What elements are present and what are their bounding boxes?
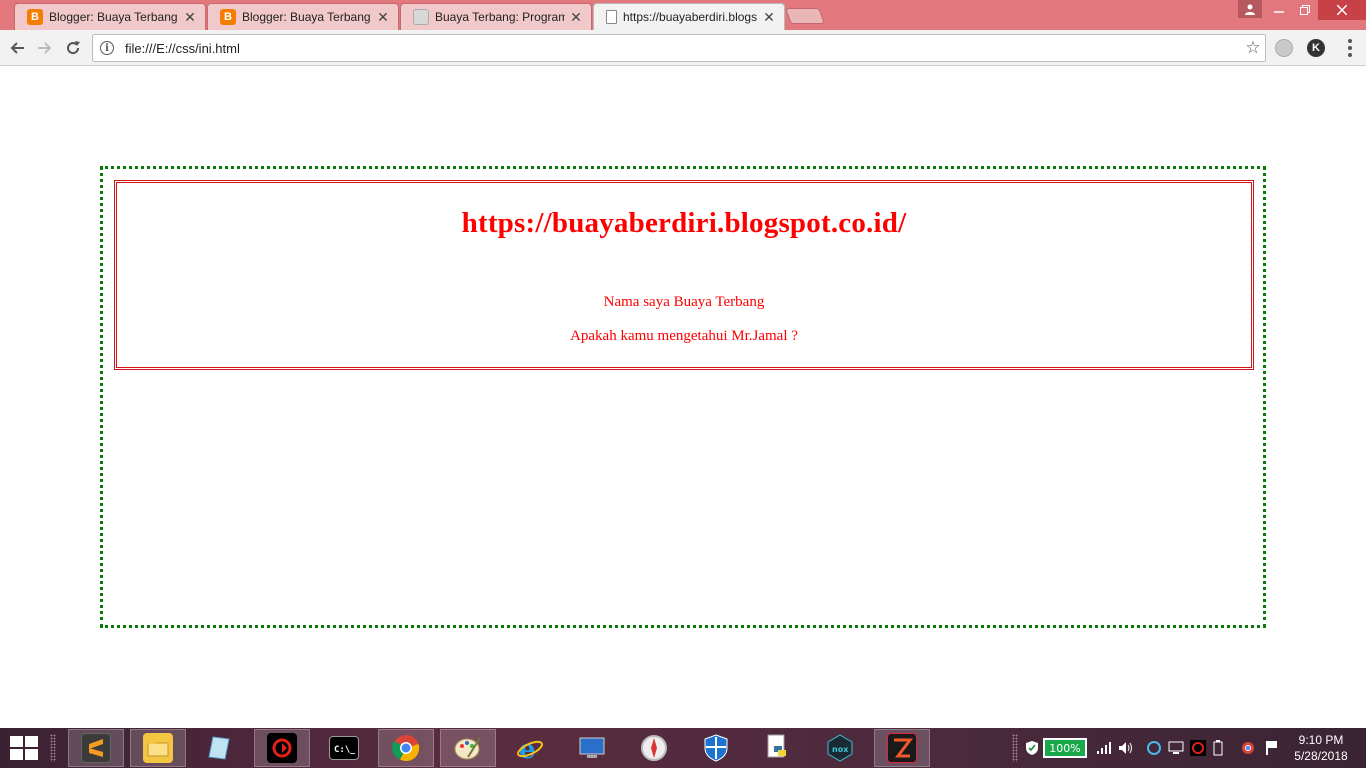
- tray-chrome-icon[interactable]: [1240, 740, 1256, 756]
- nox-icon: nox: [825, 733, 855, 763]
- paragraph-name: Nama saya Buaya Terbang: [603, 294, 765, 310]
- tray-garena-icon[interactable]: [1190, 740, 1206, 756]
- inner-double-box: https://buayaberdiri.blogspot.co.id/ Nam…: [114, 180, 1254, 370]
- close-tab-icon[interactable]: ✕: [762, 9, 776, 26]
- taskbar-game-launcher[interactable]: [874, 729, 930, 767]
- info-icon[interactable]: i: [100, 41, 114, 55]
- url-text[interactable]: file:///E://css/ini.html: [125, 41, 1241, 56]
- cloud-sync-icon[interactable]: [1146, 740, 1162, 756]
- game-launcher-icon: [887, 733, 917, 763]
- bookmark-star-icon[interactable]: ☆: [1241, 38, 1265, 58]
- taskbar-python[interactable]: [750, 729, 806, 767]
- tab-title: https://buayaberdiri.blogs: [623, 10, 758, 24]
- taskbar-sublime[interactable]: [68, 729, 124, 767]
- paint-icon: [453, 733, 483, 763]
- tab-blogger-2[interactable]: B Blogger: Buaya Terbang - ✕: [207, 3, 399, 30]
- close-tab-icon[interactable]: ✕: [569, 9, 583, 26]
- notepad-icon: [205, 733, 235, 763]
- garena-icon: [267, 733, 297, 763]
- tray-monitor-icon[interactable]: [1168, 740, 1184, 756]
- taskbar-cmd[interactable]: C:\_: [316, 729, 372, 767]
- windows-defender-icon: [701, 733, 731, 763]
- close-window-button[interactable]: [1318, 0, 1366, 20]
- forward-button[interactable]: [34, 37, 56, 59]
- close-tab-icon[interactable]: ✕: [183, 9, 197, 26]
- reload-button[interactable]: [62, 37, 84, 59]
- tab-title: Blogger: Buaya Terbang -: [49, 10, 179, 24]
- chrome-menu-icon[interactable]: [1342, 38, 1358, 58]
- page-heading: https://buayaberdiri.blogspot.co.id/: [461, 207, 907, 239]
- taskbar-chrome[interactable]: [378, 729, 434, 767]
- sublime-text-icon: [81, 733, 111, 763]
- address-bar[interactable]: i file:///E://css/ini.html ☆: [92, 34, 1266, 62]
- blogger-icon: B: [220, 9, 236, 25]
- taskbar-paint[interactable]: [440, 729, 496, 767]
- taskbar-file-explorer[interactable]: [130, 729, 186, 767]
- tab-title: Blogger: Buaya Terbang -: [242, 10, 372, 24]
- python-icon: [763, 733, 793, 763]
- back-arrow-icon: [10, 42, 24, 54]
- new-tab-button[interactable]: [785, 8, 825, 24]
- tab-active-page[interactable]: https://buayaberdiri.blogs ✕: [593, 3, 785, 30]
- command-prompt-icon: C:\_: [329, 736, 359, 760]
- remote-desktop-icon: [577, 733, 607, 763]
- compass-icon: [639, 733, 669, 763]
- clock-date: 5/28/2018: [1294, 749, 1348, 763]
- page-icon: [606, 10, 617, 24]
- tray-battery-icon[interactable]: [1210, 740, 1226, 756]
- taskbar-compass[interactable]: [626, 729, 682, 767]
- taskbar-nox[interactable]: nox: [812, 729, 868, 767]
- taskbar-garena[interactable]: [254, 729, 310, 767]
- internet-explorer-icon: e: [515, 733, 545, 763]
- minimize-button[interactable]: [1266, 0, 1292, 20]
- taskbar-defender[interactable]: [688, 729, 744, 767]
- system-clock[interactable]: 9:10 PM 5/28/2018: [1290, 732, 1352, 764]
- browser-toolbar: i file:///E://css/ini.html ☆ K: [0, 30, 1366, 66]
- battery-indicator[interactable]: 100%: [1043, 738, 1087, 758]
- windows-taskbar: C:\_ e nox 100% 9:10 PM 5/28/2018: [0, 728, 1366, 768]
- tab-blogger-1[interactable]: B Blogger: Buaya Terbang - ✕: [14, 3, 206, 30]
- network-signal-icon[interactable]: [1096, 740, 1112, 756]
- security-shield-icon[interactable]: [1024, 740, 1040, 756]
- taskbar-notepad[interactable]: [192, 729, 248, 767]
- paragraph-question: Apakah kamu mengetahui Mr.Jamal ?: [570, 328, 798, 344]
- blogger-icon: B: [27, 9, 43, 25]
- tray-gripper: [1012, 734, 1018, 762]
- clock-time: 9:10 PM: [1298, 733, 1344, 747]
- page-viewport: https://buayaberdiri.blogspot.co.id/ Nam…: [0, 67, 1366, 728]
- outer-dotted-box: https://buayaberdiri.blogspot.co.id/ Nam…: [100, 166, 1266, 628]
- profile-avatar[interactable]: K: [1307, 39, 1325, 57]
- svg-text:nox: nox: [832, 745, 849, 754]
- tab-program[interactable]: Buaya Terbang: Program ✕: [400, 3, 592, 30]
- chrome-icon: [391, 733, 421, 763]
- user-icon[interactable]: [1238, 0, 1262, 18]
- file-explorer-icon: [143, 733, 173, 763]
- back-button[interactable]: [6, 37, 28, 59]
- image-icon: [413, 9, 429, 25]
- taskbar-internet-explorer[interactable]: e: [502, 729, 558, 767]
- action-center-flag-icon[interactable]: [1266, 741, 1278, 755]
- svg-text:C:\_: C:\_: [334, 745, 355, 754]
- globe-extension-icon[interactable]: [1275, 39, 1293, 57]
- volume-icon[interactable]: [1118, 740, 1134, 756]
- taskbar-remote-desktop[interactable]: [564, 729, 620, 767]
- close-tab-icon[interactable]: ✕: [376, 9, 390, 26]
- windows-start-icon[interactable]: [10, 736, 38, 760]
- taskbar-gripper: [50, 734, 56, 762]
- reload-icon: [67, 41, 80, 55]
- tab-strip: B Blogger: Buaya Terbang - ✕ B Blogger: …: [0, 0, 1366, 30]
- restore-button[interactable]: [1292, 0, 1318, 20]
- forward-arrow-icon: [38, 42, 52, 54]
- tab-title: Buaya Terbang: Program: [435, 10, 565, 24]
